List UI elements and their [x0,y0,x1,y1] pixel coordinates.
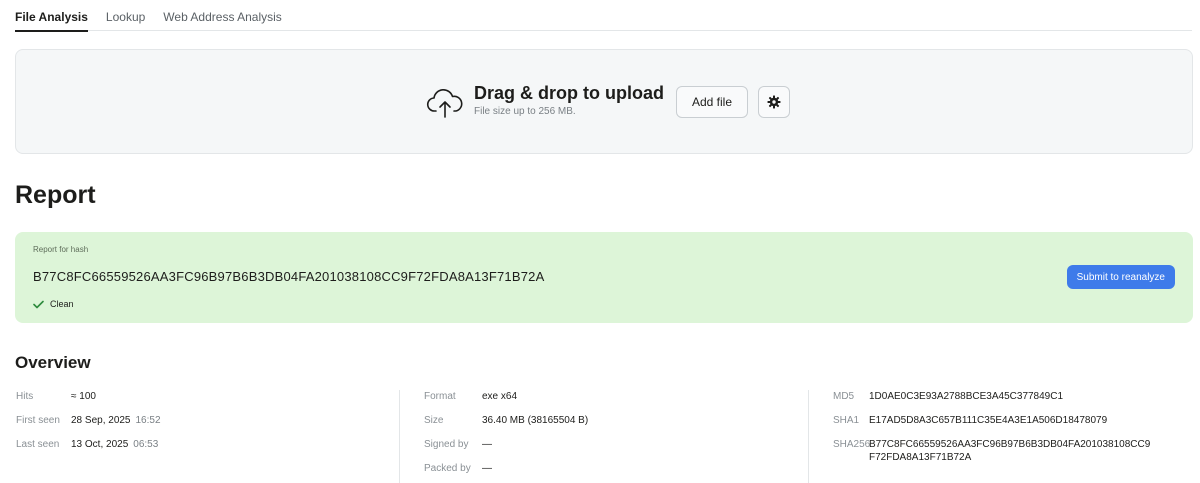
sha256-value[interactable]: B77C8FC66559526AA3FC96B97B6B3DB04FA20103… [869,438,1150,464]
upload-dropzone[interactable]: Drag & drop to upload File size up to 25… [15,49,1193,154]
size-label: Size [424,415,444,426]
tab-file-analysis[interactable]: File Analysis [15,0,88,32]
overview-row-packed-by: Packed by — [424,463,588,483]
status-badge: Clean [33,299,74,309]
overview-column-activity: Hits ≈ 100 First seen 28 Sep, 2025 16:52… [16,391,161,463]
overview-row-first-seen: First seen 28 Sep, 2025 16:52 [16,415,161,439]
overview-row-format: Format exe x64 [424,391,588,415]
tab-lookup[interactable]: Lookup [106,0,145,31]
overview-row-sha1: SHA1 E17AD5D8A3C657B111C35E4A3E1A506D184… [833,415,1150,439]
tab-web-address-analysis[interactable]: Web Address Analysis [163,0,282,31]
upload-text: Drag & drop to upload File size up to 25… [474,82,664,117]
overview-column-hashes: MD5 1D0AE0C3E93A2788BCE3A45C377849C1 SHA… [833,391,1150,471]
tab-bar: File Analysis Lookup Web Address Analysi… [15,0,1192,32]
overview-row-md5: MD5 1D0AE0C3E93A2788BCE3A45C377849C1 [833,391,1150,415]
upload-title: Drag & drop to upload [474,83,664,103]
cloud-upload-icon [426,88,463,118]
sha1-label: SHA1 [833,415,860,426]
overview-row-size: Size 36.40 MB (38165504 B) [424,415,588,439]
column-divider [808,390,809,483]
size-value: 36.40 MB (38165504 B) [482,415,589,426]
first-seen-label: First seen [16,415,60,426]
signed-by-label: Signed by [424,439,469,450]
overview-column-file: Format exe x64 Size 36.40 MB (38165504 B… [424,391,588,483]
format-label: Format [424,391,456,402]
status-label: Clean [50,299,74,309]
packed-by-label: Packed by [424,463,471,474]
report-title: Report [15,181,96,209]
report-hash-value[interactable]: B77C8FC66559526AA3FC96B97B6B3DB04FA20103… [33,269,544,284]
upload-controls: Drag & drop to upload File size up to 25… [426,82,791,120]
overview-title: Overview [15,353,91,372]
md5-value[interactable]: 1D0AE0C3E93A2788BCE3A45C377849C1 [869,391,1063,402]
format-value: exe x64 [482,391,518,402]
first-seen-date: 28 Sep, 2025 [71,415,131,426]
sha256-line-1: B77C8FC66559526AA3FC96B97B6B3DB04FA20103… [869,439,1151,450]
signed-by-value: — [482,439,492,450]
report-card: Report for hash B77C8FC66559526AA3FC96B9… [15,232,1193,323]
first-seen-time: 16:52 [135,415,161,426]
hits-value: ≈ 100 [71,391,96,402]
hits-label: Hits [16,391,34,402]
upload-size-hint: File size up to 256 MB. [474,106,576,117]
upload-settings-button[interactable] [758,86,791,118]
report-hash-label: Report for hash [33,245,89,254]
overview-row-hits: Hits ≈ 100 [16,391,161,415]
last-seen-time: 06:53 [133,439,159,450]
check-icon [33,300,44,308]
sha256-line-2: F72FDA8A13F71B72A [869,452,972,463]
submit-reanalyze-button[interactable]: Submit to reanalyze [1066,265,1175,289]
packed-by-value: — [482,463,492,474]
last-seen-label: Last seen [16,439,60,450]
overview-row-last-seen: Last seen 13 Oct, 2025 06:53 [16,439,161,463]
md5-label: MD5 [833,391,855,402]
sha256-label: SHA256 [833,439,871,450]
sha1-value[interactable]: E17AD5D8A3C657B111C35E4A3E1A506D18478079 [869,415,1107,426]
add-file-button[interactable]: Add file [675,86,749,118]
overview-row-sha256: SHA256 B77C8FC66559526AA3FC96B97B6B3DB04… [833,439,1150,471]
last-seen-date: 13 Oct, 2025 [71,439,129,450]
gear-icon [767,95,781,109]
overview-row-signed-by: Signed by — [424,439,588,463]
column-divider [399,390,400,483]
